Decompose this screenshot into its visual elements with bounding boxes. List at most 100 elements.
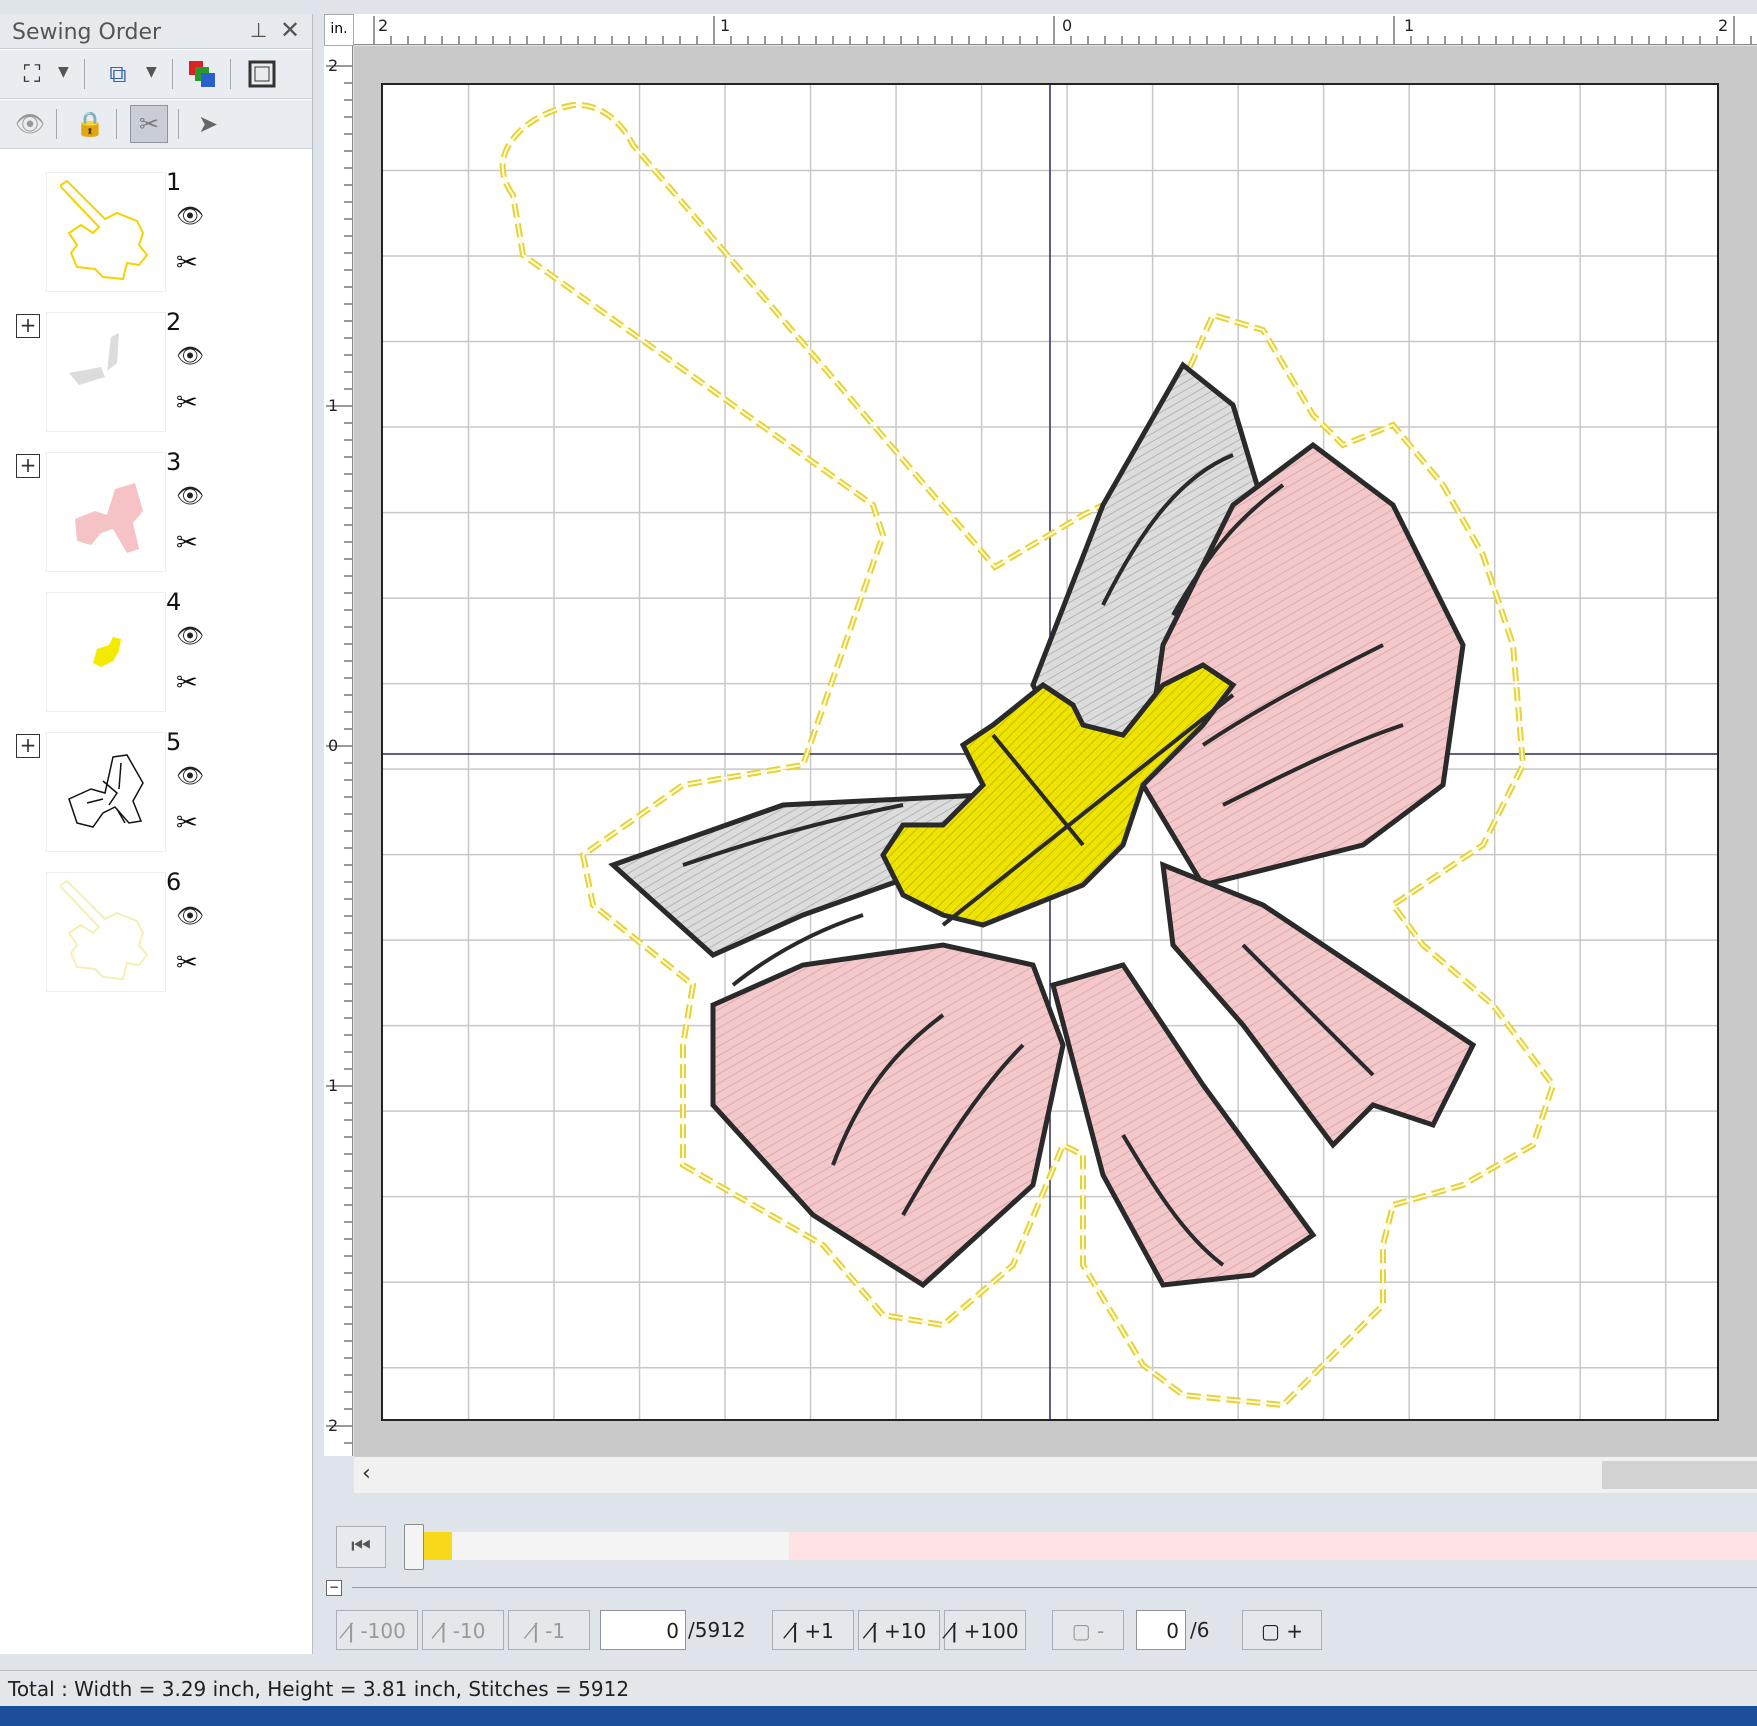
ruler-label: 0 (1062, 16, 1073, 35)
hoop-icon[interactable] (244, 56, 280, 92)
scissors-icon[interactable]: ✂ (176, 948, 198, 978)
scissors-icon[interactable]: ✂ (130, 105, 168, 143)
color-plus-button[interactable]: ▢ + (1242, 1610, 1322, 1650)
collapse-icon[interactable]: − (326, 1580, 342, 1596)
hoop-icon: ▢ (1260, 1619, 1287, 1643)
minus-1-label: -1 (545, 1619, 566, 1643)
zoom-fit-icon[interactable]: ⛶ (14, 56, 50, 92)
plus-100-button[interactable]: ǀ̸ +100 (944, 1610, 1026, 1650)
thumbnail (46, 592, 166, 712)
panel-title: Sewing Order (12, 20, 162, 45)
chevron-down-icon[interactable]: ▼ (58, 64, 69, 80)
progress-segment-white (412, 1532, 789, 1560)
panel-header: Sewing Order ⊥ ✕ (0, 14, 312, 49)
toolbar-divider (230, 59, 231, 89)
thumbnail (46, 172, 166, 292)
ruler-label: 1 (720, 16, 731, 35)
embroidery-design[interactable] (383, 85, 1717, 1419)
lock-icon[interactable]: 🔒 (72, 106, 108, 142)
panel-toolbar-top: ⛶ ▼ ⧉ ▼ (0, 50, 312, 99)
close-icon[interactable]: ✕ (280, 16, 300, 44)
status-bar: Total : Width = 3.29 inch, Height = 3.81… (0, 1670, 1757, 1707)
color-minus-button[interactable]: ▢ - (1052, 1610, 1124, 1650)
expand-icon[interactable]: + (16, 734, 40, 758)
horizontal-ruler: 2 1 0 1 2 (354, 14, 1757, 45)
color-merge-icon[interactable] (184, 56, 220, 92)
needle-icon: ǀ̸ (951, 1619, 964, 1643)
thumbnail (46, 872, 166, 992)
hoop-area[interactable] (381, 83, 1719, 1421)
sewing-item-6[interactable]: 6 👁 ✂ (0, 864, 312, 1004)
plus-10-button[interactable]: ǀ̸ +10 (858, 1610, 940, 1650)
scissors-icon[interactable]: ✂ (176, 248, 198, 278)
sewing-item-3[interactable]: + 3 👁 ✂ (0, 444, 312, 584)
eye-icon[interactable]: 👁 (176, 484, 204, 509)
needle-icon: ǀ̸ (871, 1619, 885, 1643)
horizontal-ruler-ticks (373, 16, 1752, 44)
chevron-left-icon[interactable]: ‹ (362, 1461, 371, 1486)
eye-icon[interactable]: 👁 (176, 204, 204, 229)
pink-left-wing (710, 942, 1066, 1289)
scissors-icon[interactable]: ✂ (176, 528, 198, 558)
pin-icon[interactable]: ⊥ (250, 18, 267, 42)
hoop-svg (248, 60, 276, 88)
sewing-item-1[interactable]: 1 👁 ✂ (0, 164, 312, 304)
total-colors: /6 (1190, 1618, 1210, 1642)
chevron-down-icon[interactable]: ▼ (146, 64, 157, 80)
sewing-item-2[interactable]: + 2 👁 ✂ (0, 304, 312, 444)
panel-toolbar-bottom: 👁 🔒 ✂ ➤ (0, 100, 312, 149)
ruler-label: 1 (328, 1076, 339, 1095)
needle-icon: ǀ̸ (792, 1619, 805, 1643)
ruler-label: 1 (328, 396, 339, 415)
scissors-icon[interactable]: ✂ (176, 668, 198, 698)
eye-icon[interactable]: 👁 (176, 624, 204, 649)
pointer-icon[interactable]: ➤ (190, 106, 226, 142)
scissors-icon[interactable]: ✂ (176, 388, 198, 418)
horizontal-scrollbar[interactable]: ‹ (354, 1456, 1757, 1493)
current-stitch-input[interactable]: 0 (600, 1610, 686, 1650)
sewing-item-5[interactable]: + 5 👁 ✂ (0, 724, 312, 864)
eye-icon[interactable]: 👁 (176, 344, 204, 369)
needle-icon: ǀ̸ (532, 1619, 546, 1643)
minus-10-label: -10 (452, 1619, 486, 1643)
toolbar-divider (84, 59, 85, 89)
current-color-input[interactable]: 0 (1136, 1610, 1186, 1650)
stitch-progress-track[interactable] (412, 1532, 1757, 1560)
divider-line (352, 1587, 1757, 1588)
minus-100-label: -100 (360, 1619, 406, 1643)
slider-thumb[interactable] (404, 1524, 424, 1570)
plus-1-button[interactable]: ǀ̸ +1 (772, 1610, 854, 1650)
ruler-label: 0 (328, 736, 339, 755)
scrollbar-thumb[interactable] (1602, 1461, 1757, 1489)
sort-tree-icon[interactable]: ⧉ (100, 56, 136, 92)
sewing-item-4[interactable]: 4 👁 ✂ (0, 584, 312, 724)
expand-icon[interactable]: + (16, 454, 40, 478)
stitch-slider-zone: ⏮ (324, 1520, 1757, 1576)
plus-100-label: +100 (963, 1619, 1019, 1643)
thumbnail (46, 312, 166, 432)
eye-icon[interactable]: 👁 (176, 904, 204, 929)
eye-icon[interactable]: 👁 (176, 764, 204, 789)
scissors-icon[interactable]: ✂ (176, 808, 198, 838)
expand-icon[interactable]: + (16, 314, 40, 338)
ruler-unit: in. (324, 14, 354, 46)
thumbnail (46, 732, 166, 852)
thumbnail (46, 452, 166, 572)
status-text: Total : Width = 3.29 inch, Height = 3.81… (8, 1677, 630, 1701)
thumbnail-outline-svg (60, 179, 149, 281)
thumbnail-gray-svg (69, 333, 119, 385)
minus-1-button[interactable]: ǀ̸ -1 (508, 1610, 590, 1650)
item-number: 2 (166, 308, 182, 336)
color-merge-svg (189, 61, 215, 87)
skip-to-start-icon[interactable]: ⏮ (336, 1526, 386, 1568)
item-number: 6 (166, 868, 182, 896)
total-stitches: /5912 (688, 1618, 746, 1642)
color-minus-label: - (1097, 1619, 1105, 1643)
plus-10-label: +10 (884, 1619, 927, 1643)
minus-100-button[interactable]: ǀ̸ -100 (336, 1610, 418, 1650)
toolbar-divider (178, 109, 179, 139)
thumbnail-yellow-svg (93, 637, 121, 667)
minus-10-button[interactable]: ǀ̸ -10 (422, 1610, 504, 1650)
eye-icon[interactable]: 👁 (12, 106, 48, 142)
toolbar-divider (172, 59, 173, 89)
